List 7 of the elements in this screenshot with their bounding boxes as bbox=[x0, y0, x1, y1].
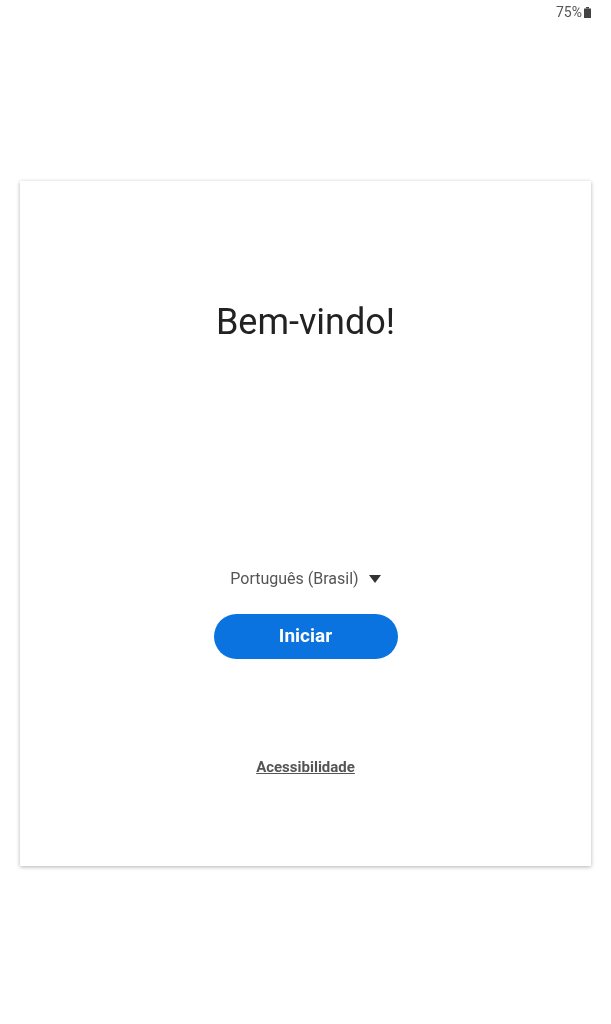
welcome-title: Bem-vindo! bbox=[215, 300, 396, 345]
accessibility-link[interactable]: Acessibilidade bbox=[256, 756, 355, 779]
battery-icon bbox=[584, 7, 591, 18]
battery-percentage: 75% bbox=[556, 3, 582, 22]
language-dropdown[interactable]: Português (Brasil) bbox=[230, 565, 381, 593]
start-button[interactable]: Iniciar bbox=[213, 614, 398, 659]
caret-icon bbox=[368, 575, 381, 583]
